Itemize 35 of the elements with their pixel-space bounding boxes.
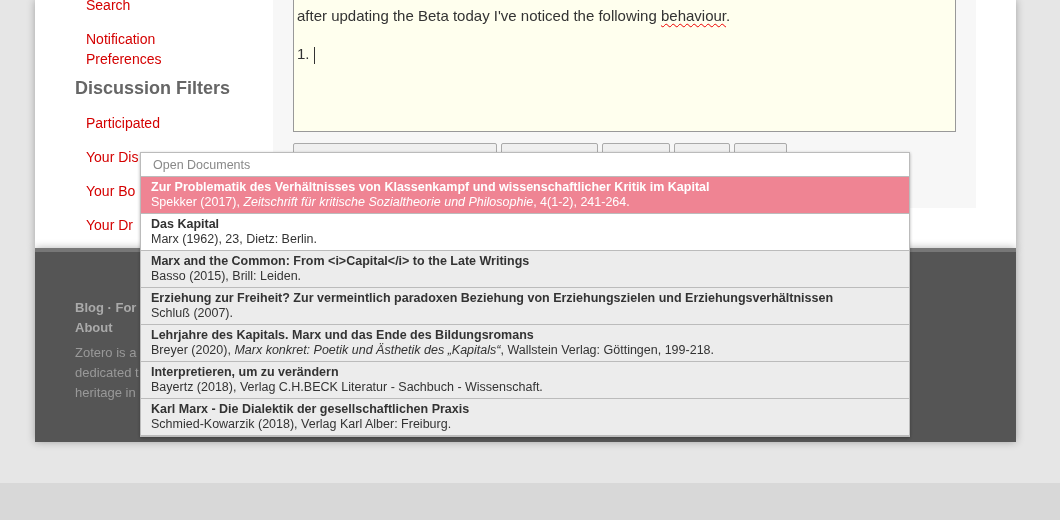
sidebar-link[interactable]: Participated	[86, 113, 160, 133]
text-cursor	[313, 46, 315, 64]
footer-text: heritage in	[75, 384, 136, 402]
footer-link[interactable]: Blog · For	[75, 298, 137, 318]
document-item[interactable]: Lehrjahre des Kapitals. Marx und das Ende des Bildungsromans Breyer (2020), Marx konkret: Poetik und Ästhetik des „Kapitals“, Wallstein Verlag: Göttingen, 199-218.	[141, 325, 909, 362]
section-heading: Discussion Filters	[75, 77, 231, 100]
footer-link[interactable]: About	[75, 318, 113, 338]
document-title: Erziehung zur Freiheit? Zur vermeintlich paradoxen Beziehung von Erziehungszielen und Erziehungsverhältnissen	[151, 291, 835, 306]
sidebar-link[interactable]: Search	[86, 0, 131, 15]
document-item[interactable]: Das Kapital Marx (1962), 23, Dietz: Berlin.	[141, 214, 909, 251]
document-citation: Basso (2015), Brill: Leiden.	[151, 269, 303, 284]
document-title: Karl Marx - Die Dialektik der gesellschaftlichen Praxis	[151, 402, 471, 417]
document-item[interactable]: Marx and the Common: From <i>Capital</i> to the Late Writings Basso (2015), Brill: Leiden.	[141, 251, 909, 288]
document-citation: Bayertz (2018), Verlag C.H.BECK Literatur - Sachbuch - Wissenschaft.	[151, 380, 544, 395]
footer-text: dedicated t	[75, 364, 139, 382]
document-title: Das Kapital	[151, 217, 221, 232]
document-title: Lehrjahre des Kapitals. Marx und das Ende des Bildungsromans	[151, 328, 535, 343]
document-item[interactable]: Erziehung zur Freiheit? Zur vermeintlich paradoxen Beziehung von Erziehungszielen und Erziehungsverhältnissen Schluß (2007).	[141, 288, 909, 325]
document-citation: Schmied-Kowarzik (2018), Verlag Karl Alber: Freiburg.	[151, 417, 453, 432]
footer-text: Zotero is a	[75, 344, 137, 362]
sidebar-link[interactable]: Your Dis	[86, 147, 139, 167]
document-citation: Breyer (2020), Marx konkret: Poetik und Ästhetik des „Kapitals“, Wallstein Verlag: Göttingen, 199-218.	[151, 343, 716, 358]
message-textarea[interactable]: after updating the Beta today I've noticed the following behaviour. 1.	[293, 0, 956, 132]
document-citation: Marx (1962), 23, Dietz: Berlin.	[151, 232, 319, 247]
document-citation: Spekker (2017), Zeitschrift für kritische Sozialtheorie und Philosophie, 4(1-2), 241-264.	[151, 195, 631, 210]
document-title: Interpretieren, um zu verändern	[151, 365, 340, 380]
document-item[interactable]: Karl Marx - Die Dialektik der gesellschaftlichen Praxis Schmied-Kowarzik (2018), Verlag Karl Alber: Freiburg.	[141, 399, 909, 436]
sidebar-link[interactable]: Your Bo	[86, 181, 136, 201]
document-citation: Schluß (2007).	[151, 306, 234, 321]
document-title: Zur Problematik des Verhältnisses von Klassenkampf und wissenschaftlicher Kritik im Kapital	[151, 180, 711, 195]
sidebar-link[interactable]: Notification Preferences	[86, 29, 211, 69]
document-title: Marx and the Common: From <i>Capital</i> to the Late Writings	[151, 254, 531, 269]
popup-header: Open Documents	[141, 153, 909, 177]
document-item[interactable]: Interpretieren, um zu verändern Bayertz (2018), Verlag C.H.BECK Literatur - Sachbuch - Wissenschaft.	[141, 362, 909, 399]
sidebar-link[interactable]: Your Dr	[86, 215, 133, 235]
